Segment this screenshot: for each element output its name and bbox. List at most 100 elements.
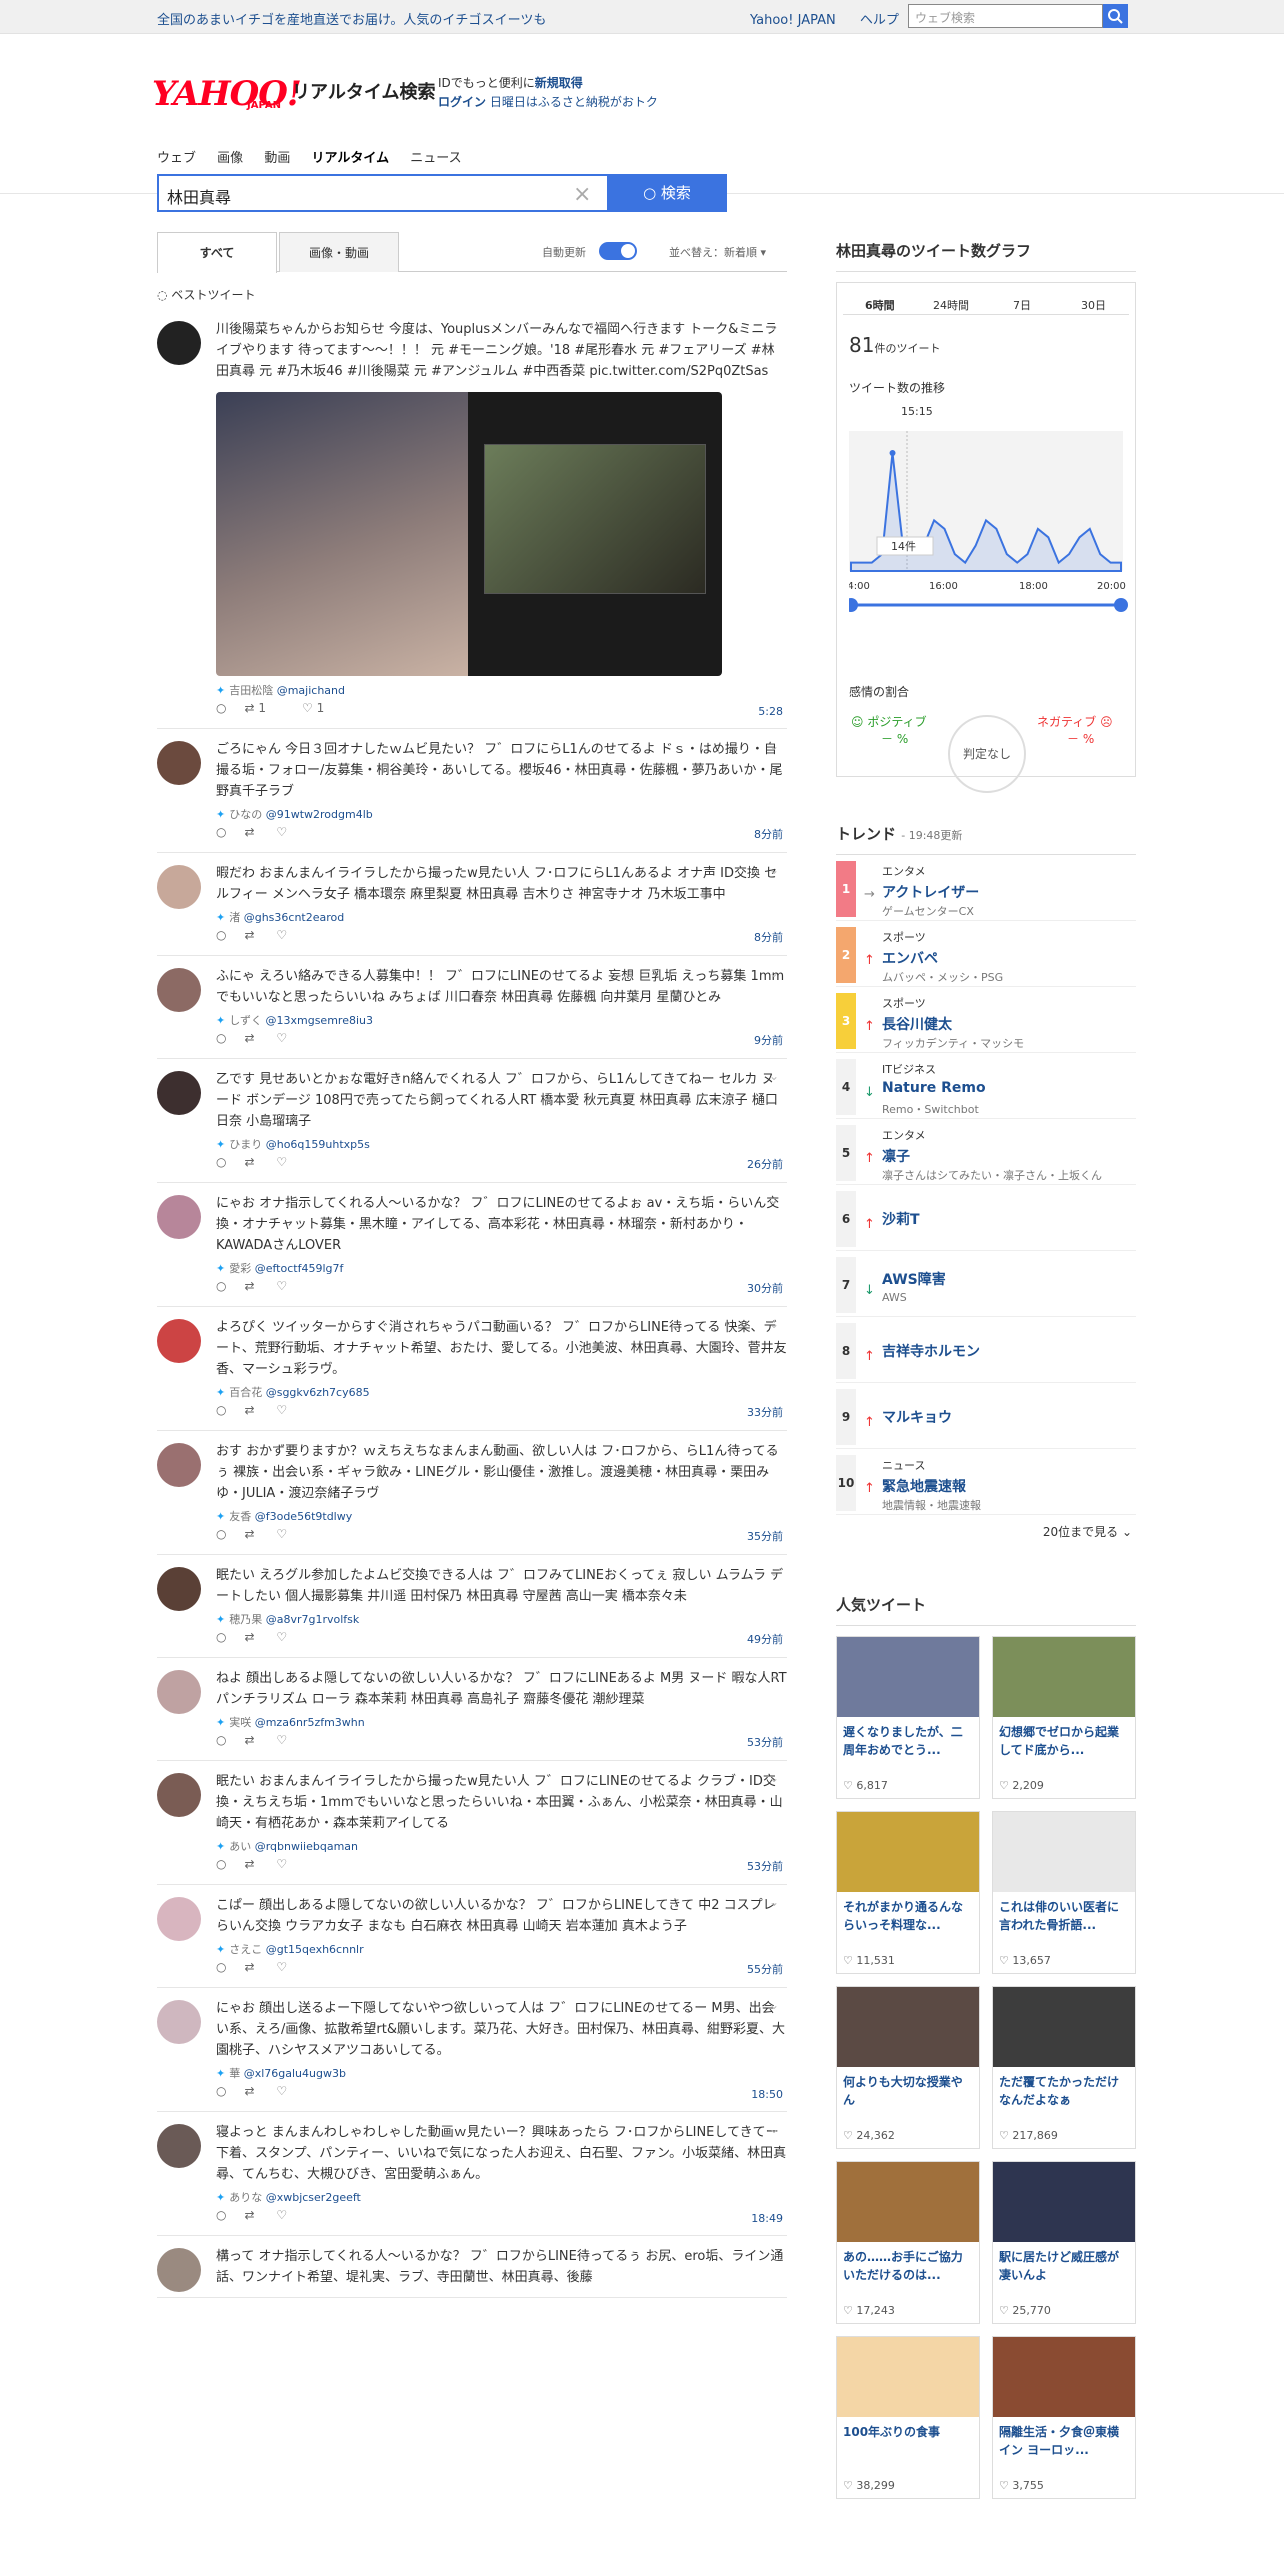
popular-tweet-title[interactable]: 幻想郷でゼロから起業してド底から...	[993, 1717, 1135, 1763]
popular-tweet-image[interactable]	[837, 2337, 979, 2417]
avatar[interactable]	[157, 1443, 201, 1487]
trend-item[interactable]: 2 ↑ スポーツ エンバペ ムバッペ・メッシ・PSG	[836, 921, 1136, 987]
chevron-down-icon[interactable]: ⌄	[769, 863, 779, 877]
tweet-user[interactable]: ✦ ひまり @ho6q159uhtxp5s	[216, 1136, 787, 1152]
trend-name[interactable]: エンバペ	[882, 948, 938, 968]
trend-name[interactable]: 緊急地震速報	[882, 1476, 966, 1496]
trend-item[interactable]: 9 ↑ マルキョウ	[836, 1383, 1136, 1449]
tweet-user[interactable]: ✦ 華 @xl76galu4ugw3b	[216, 2065, 787, 2081]
chevron-down-icon[interactable]: ⌄	[769, 1193, 779, 1207]
like-icon[interactable]: ♡	[276, 1733, 287, 1747]
trend-item[interactable]: 8 ↑ 吉祥寺ホルモン	[836, 1317, 1136, 1383]
avatar[interactable]	[157, 1897, 201, 1941]
tweet-user[interactable]: ✦ 穂乃果 @a8vr7g1rvolfsk	[216, 1611, 787, 1627]
trend-name[interactable]: マルキョウ	[882, 1407, 952, 1427]
popular-tweet-card[interactable]: これは俳のいい医者に言われた骨折語... ♡ 13,657	[992, 1811, 1136, 1974]
avatar[interactable]	[157, 865, 201, 909]
like-icon[interactable]: ♡	[276, 1279, 287, 1293]
retweet-icon[interactable]: ⇄	[244, 2208, 258, 2222]
popular-tweet-title[interactable]: これは俳のいい医者に言われた骨折語...	[993, 1892, 1135, 1938]
retweet-icon[interactable]: ⇄ 1	[244, 701, 284, 715]
trend-item[interactable]: 3 ↑ スポーツ 長谷川健太 フィッカデンティ・マッシモ	[836, 987, 1136, 1053]
yahoo-japan-link[interactable]: Yahoo! JAPAN	[750, 13, 836, 28]
nav-news[interactable]: ニュース	[410, 151, 461, 166]
like-icon[interactable]: ♡	[276, 825, 287, 839]
like-icon[interactable]: ♡	[276, 1155, 287, 1169]
reply-icon[interactable]: ○	[216, 1527, 226, 1541]
web-search-button[interactable]	[1103, 4, 1128, 28]
chevron-down-icon[interactable]: ⌄	[769, 2122, 779, 2136]
query-input[interactable]: 林田真尋	[157, 174, 607, 212]
avatar[interactable]	[157, 968, 201, 1012]
like-icon[interactable]: ♡	[276, 1403, 287, 1417]
web-search-input[interactable]: ウェブ検索	[908, 4, 1103, 28]
tab-media[interactable]: 画像・動画	[279, 232, 399, 272]
trend-name[interactable]: 吉祥寺ホルモン	[882, 1341, 980, 1361]
tweet-photo-1[interactable]	[216, 392, 468, 676]
reply-icon[interactable]: ○	[216, 1279, 226, 1293]
popular-tweet-card[interactable]: 幻想郷でゼロから起業してド底から... ♡ 2,209	[992, 1636, 1136, 1799]
popular-tweet-title[interactable]: ただ覆てたかっただけなんだよなぁ	[993, 2067, 1135, 2113]
reply-icon[interactable]: ○	[216, 1403, 226, 1417]
reply-icon[interactable]: ○	[216, 1155, 226, 1169]
popular-tweet-image[interactable]	[993, 1637, 1135, 1717]
retweet-icon[interactable]: ⇄	[244, 1733, 258, 1747]
trend-name[interactable]: Nature Remo	[882, 1080, 986, 1096]
retweet-icon[interactable]: ⇄	[244, 1031, 258, 1045]
popular-tweet-card[interactable]: それがまかり通るんならいっそ料理な... ♡ 11,531	[836, 1811, 980, 1974]
reply-icon[interactable]: ○	[216, 2208, 226, 2222]
trend-more-link[interactable]: 20位まで見る ⌄	[836, 1515, 1136, 1548]
tweet-time[interactable]: 18:49	[751, 2212, 783, 2225]
reply-icon[interactable]: ○	[216, 1630, 226, 1644]
range-slider-end-handle[interactable]	[1114, 598, 1128, 612]
tweet-user[interactable]: ✦ 愛彩 @eftoctf459lg7f	[216, 1260, 787, 1276]
avatar[interactable]	[157, 2124, 201, 2168]
retweet-icon[interactable]: ⇄	[244, 1857, 258, 1871]
graph-tab-6h[interactable]: 6時間	[865, 297, 895, 313]
retweet-icon[interactable]: ⇄	[244, 1403, 258, 1417]
graph-tab-24h[interactable]: 24時間	[933, 297, 969, 313]
trend-item[interactable]: 7 ↓ AWS障害 AWS	[836, 1251, 1136, 1317]
search-button[interactable]: ○ 検索	[607, 174, 727, 212]
tweet-user[interactable]: ✦ あい @rqbnwiiebqaman	[216, 1838, 787, 1854]
retweet-icon[interactable]: ⇄	[244, 1279, 258, 1293]
like-icon[interactable]: ♡	[276, 2084, 287, 2098]
like-icon[interactable]: ♡	[276, 1857, 287, 1871]
chevron-down-icon[interactable]: ⌄	[769, 1317, 779, 1331]
reply-icon[interactable]: ○	[216, 928, 226, 942]
like-icon[interactable]: ♡	[276, 928, 287, 942]
avatar[interactable]	[157, 1319, 201, 1363]
reply-icon[interactable]: ○	[216, 1733, 226, 1747]
trend-item[interactable]: 6 ↑ 沙莉T	[836, 1185, 1136, 1251]
tweet-time[interactable]: 5:28	[758, 705, 783, 718]
signup-link[interactable]: 新規取得	[535, 76, 583, 90]
nav-web[interactable]: ウェブ	[157, 151, 196, 166]
tweet-time[interactable]: 49分前	[747, 1631, 783, 1647]
sort-dropdown[interactable]: 並べ替え：新着順 ▾	[669, 244, 766, 260]
nav-video[interactable]: 動画	[264, 151, 290, 166]
popular-tweet-image[interactable]	[993, 1987, 1135, 2067]
tweet-user[interactable]: ✦ 友香 @f3ode56t9tdlwy	[216, 1508, 787, 1524]
promo-link[interactable]: 全国のあまいイチゴを産地直送でお届け。人気のイチゴスイーツも	[157, 9, 546, 28]
tweet-time[interactable]: 8分前	[754, 826, 783, 842]
avatar[interactable]	[157, 2000, 201, 2044]
tweet-user[interactable]: ✦ ひなの @91wtw2rodgm4lb	[216, 806, 787, 822]
avatar[interactable]	[157, 2248, 201, 2292]
popular-tweet-card[interactable]: ただ覆てたかっただけなんだよなぁ ♡ 217,869	[992, 1986, 1136, 2149]
popular-tweet-image[interactable]	[837, 2162, 979, 2242]
popular-tweet-card[interactable]: 何よりも大切な授業やん ♡ 24,362	[836, 1986, 980, 2149]
like-icon[interactable]: ♡	[276, 1031, 287, 1045]
graph-tab-30d[interactable]: 30日	[1081, 297, 1106, 313]
popular-tweet-title[interactable]: 何よりも大切な授業やん	[837, 2067, 979, 2113]
chevron-down-icon[interactable]: ⌄	[769, 319, 779, 333]
range-slider-start-handle[interactable]	[849, 598, 858, 612]
help-link[interactable]: ヘルプ	[860, 13, 899, 28]
popular-tweet-title[interactable]: あの……お手にご協力いただけるのは...	[837, 2242, 979, 2288]
popular-tweet-title[interactable]: 隔離生活・夕食＠東横イン ヨーロッ...	[993, 2417, 1135, 2463]
service-title[interactable]: リアルタイム検索	[292, 78, 435, 104]
auto-update-toggle[interactable]	[599, 242, 637, 260]
chevron-down-icon[interactable]: ⌄	[769, 1069, 779, 1083]
popular-tweet-image[interactable]	[993, 2162, 1135, 2242]
trend-name[interactable]: アクトレイザー	[882, 882, 979, 902]
chevron-down-icon[interactable]: ⌄	[769, 1668, 779, 1682]
